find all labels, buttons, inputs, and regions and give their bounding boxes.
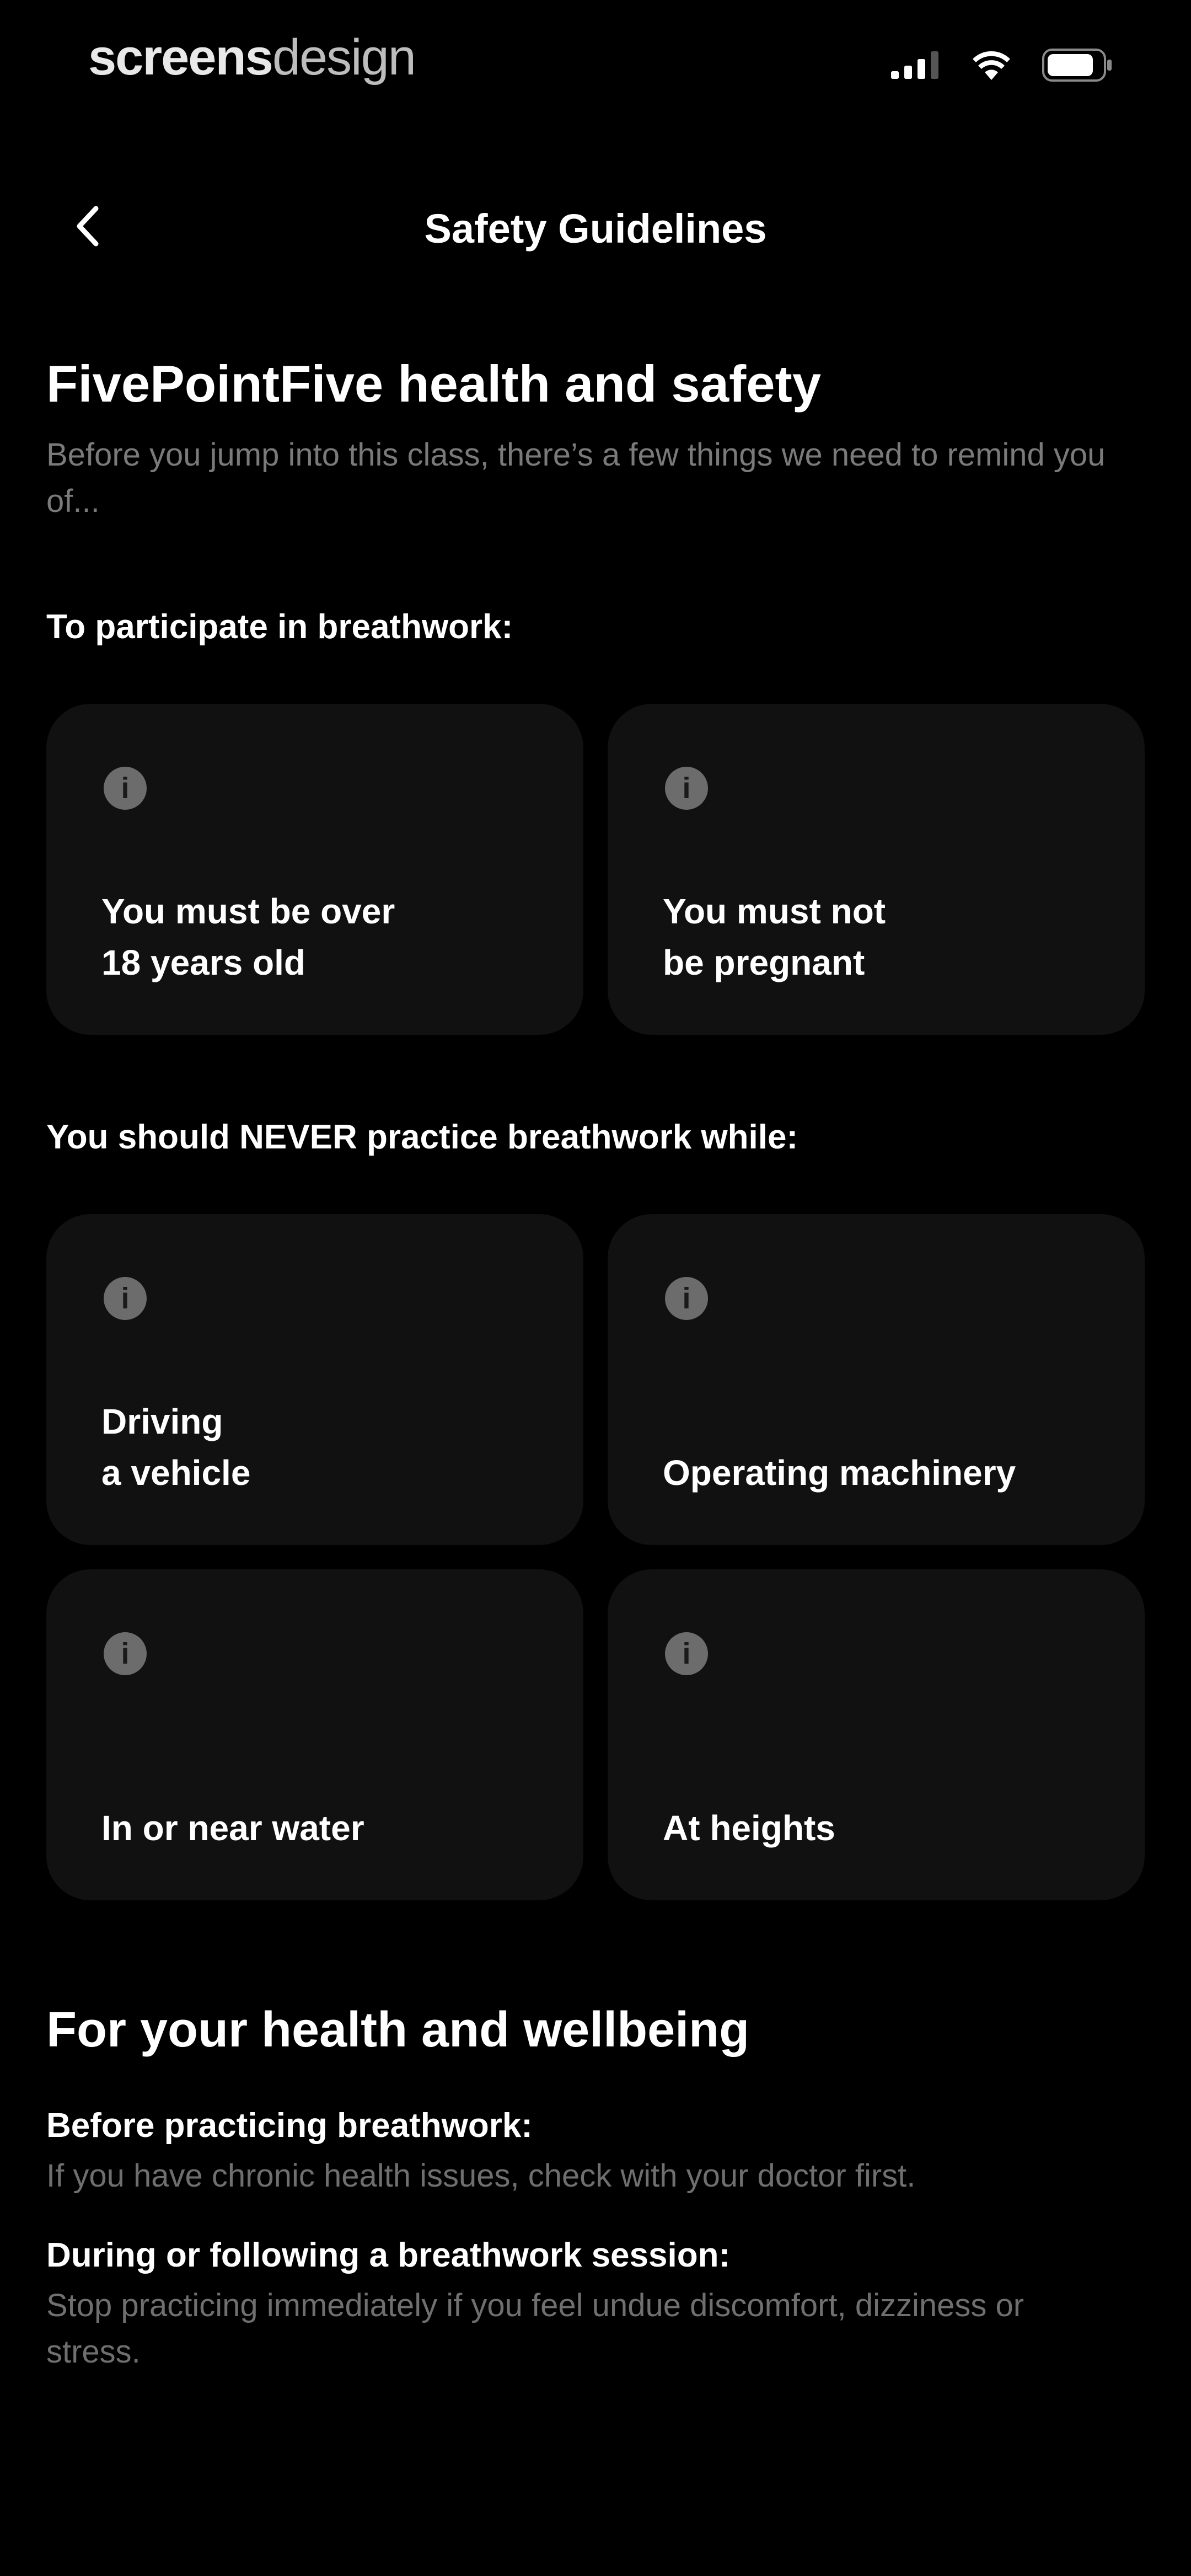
watermark-light: design xyxy=(272,29,416,85)
info-icon: i xyxy=(665,1632,708,1675)
warning-card-heights: i At heights xyxy=(608,1569,1145,1900)
card-text: You must be over 18 years old xyxy=(101,891,395,983)
screensdesign-watermark: screensdesign xyxy=(88,29,416,87)
warning-card-water: i In or near water xyxy=(46,1569,583,1900)
status-icons xyxy=(891,49,1114,82)
card-text: Operating machinery xyxy=(663,1453,1016,1493)
participate-grid: i You must be over 18 years old i You mu… xyxy=(46,703,1145,1035)
card-text: You must not be pregnant xyxy=(663,891,886,983)
battery-icon xyxy=(1042,49,1112,82)
never-grid-row-2: i In or near water i At heights xyxy=(46,1569,1145,1900)
card-text: In or near water xyxy=(101,1808,364,1848)
wifi-icon xyxy=(973,51,1010,80)
wellbeing-text-before: If you have chronic health issues, check… xyxy=(46,2157,916,2194)
warning-card-machinery: i Operating machinery xyxy=(608,1214,1145,1545)
status-bar: screensdesign xyxy=(0,0,1191,127)
warning-card-driving: i Driving a vehicle xyxy=(46,1214,583,1545)
intro-title: FivePointFive health and safety xyxy=(46,355,822,413)
wellbeing-title: For your health and wellbeing xyxy=(46,2002,750,2057)
wellbeing-text-during: Stop practicing immediately if you feel … xyxy=(46,2288,1024,2370)
card-text: At heights xyxy=(663,1808,835,1848)
card-text: Driving a vehicle xyxy=(101,1402,251,1493)
participate-label: To participate in breathwork: xyxy=(46,607,513,646)
requirement-card-pregnancy: i You must not be pregnant xyxy=(608,703,1145,1035)
info-icon: i xyxy=(104,1632,147,1675)
wellbeing-heading-before: Before practicing breathwork: xyxy=(46,2106,533,2145)
nav-bar: Safety Guidelines xyxy=(0,182,1191,270)
info-icon: i xyxy=(104,766,147,810)
intro-text: Before you jump into this class, there’s… xyxy=(46,436,1106,519)
info-icon: i xyxy=(665,1276,708,1320)
page-title: Safety Guidelines xyxy=(424,206,767,252)
never-label: You should NEVER practice breathwork whi… xyxy=(46,1118,798,1156)
signal-icon xyxy=(891,51,938,79)
requirement-card-age: i You must be over 18 years old xyxy=(46,703,583,1035)
wellbeing-heading-during: During or following a breathwork session… xyxy=(46,2236,731,2275)
content: FivePointFive health and safety Before y… xyxy=(46,353,1145,2375)
never-grid: i Driving a vehicle i Operating machiner… xyxy=(46,1214,1145,1545)
info-icon: i xyxy=(104,1276,147,1320)
watermark-bold: screens xyxy=(88,29,273,85)
info-icon: i xyxy=(665,766,708,810)
